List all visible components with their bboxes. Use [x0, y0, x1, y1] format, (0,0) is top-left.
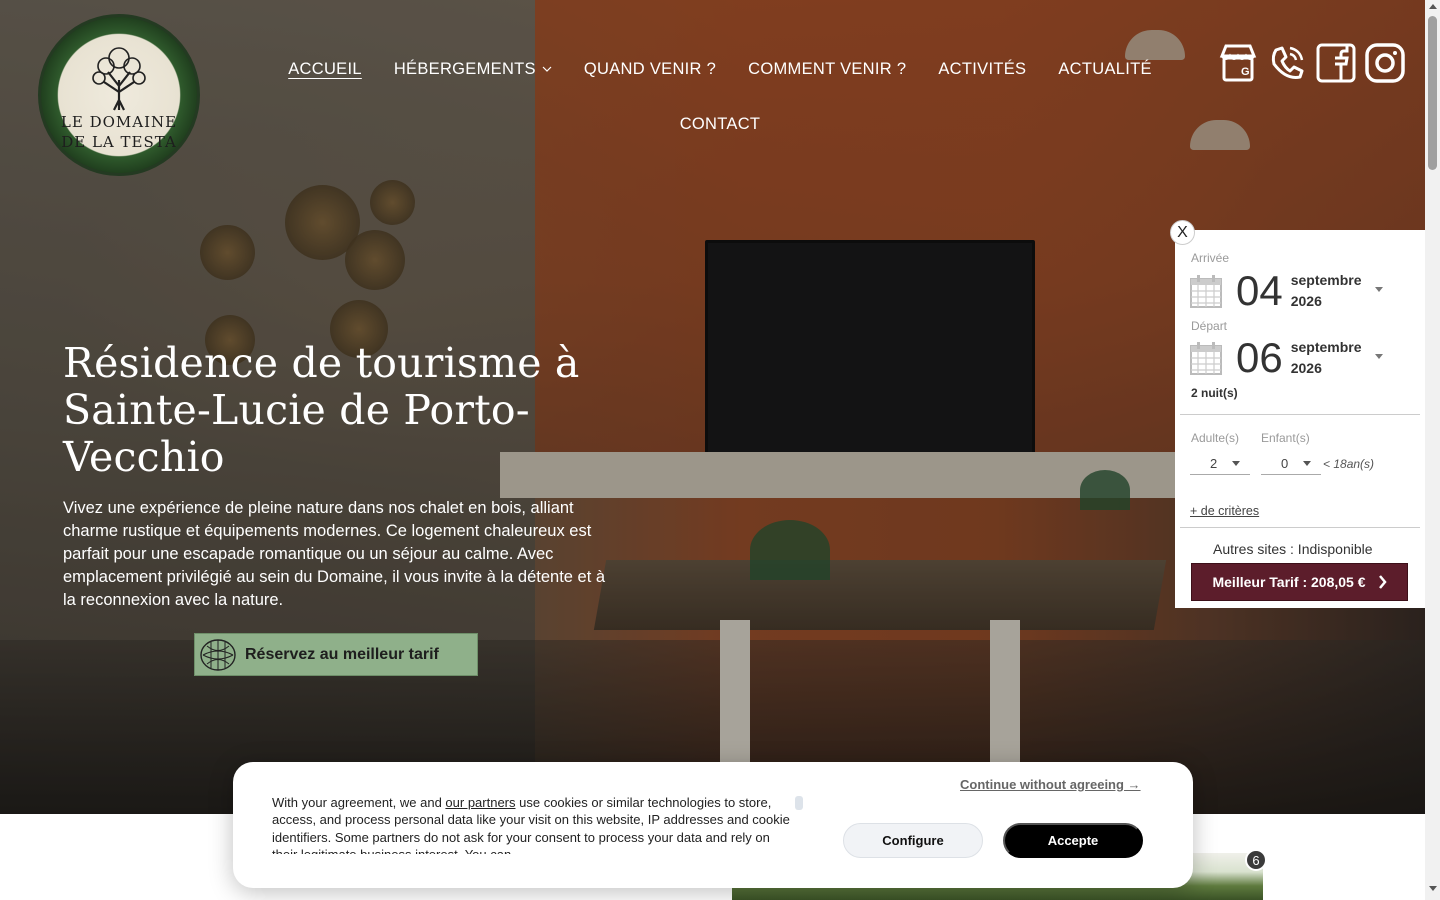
- logo-text-line1: Le Domaine: [60, 113, 178, 131]
- booking-close-button[interactable]: X: [1170, 220, 1195, 245]
- departure-date-picker[interactable]: 06 septembre 2026: [1190, 337, 1400, 379]
- departure-day: 06: [1236, 334, 1283, 381]
- children-value: 0: [1281, 456, 1289, 471]
- chevron-down-icon: [1232, 461, 1240, 466]
- phone-icon[interactable]: [1266, 42, 1308, 84]
- configure-button[interactable]: Configure: [843, 823, 983, 858]
- arrival-date-picker[interactable]: 04 septembre 2026: [1190, 270, 1400, 312]
- cookie-text-scrollbar[interactable]: [795, 796, 803, 810]
- social-links: G: [1217, 42, 1406, 84]
- cookie-text-before: With your agreement, we and: [272, 795, 446, 810]
- nav-item-quand-venir[interactable]: QUAND VENIR ?: [584, 60, 716, 79]
- arrival-label: Arrivée: [1191, 251, 1230, 265]
- arrival-caret-icon: [1375, 287, 1383, 292]
- page: Le Domaine de la Testa ACCUEIL HÉBERGEME…: [0, 0, 1440, 900]
- divider: [1180, 414, 1420, 415]
- site-logo[interactable]: Le Domaine de la Testa: [38, 14, 200, 176]
- facebook-icon[interactable]: [1315, 42, 1357, 84]
- logo-text-line2: de la Testa: [61, 133, 177, 151]
- main-navigation: ACCUEIL HÉBERGEMENTS QUAND VENIR ? COMME…: [260, 50, 1180, 143]
- arrival-day: 04: [1236, 267, 1283, 314]
- nav-item-comment-venir[interactable]: COMMENT VENIR ?: [748, 60, 906, 79]
- divider: [1180, 527, 1420, 528]
- cookie-consent-banner: With your agreement, we and our partners…: [233, 762, 1193, 888]
- chevron-right-icon: [1378, 575, 1387, 589]
- departure-label: Départ: [1191, 319, 1228, 333]
- chevron-down-icon: [1303, 461, 1311, 466]
- pine-cone-icon: [200, 638, 236, 671]
- adults-label: Adulte(s): [1191, 431, 1240, 445]
- arrival-month: septembre: [1290, 272, 1362, 288]
- calendar-icon: [1190, 275, 1222, 308]
- nav-item-accueil[interactable]: ACCUEIL: [288, 60, 362, 79]
- chevron-down-icon: [542, 66, 552, 72]
- our-partners-link[interactable]: our partners: [445, 795, 515, 810]
- book-best-rate-button[interactable]: Réservez au meilleur tarif: [194, 633, 478, 676]
- nav-item-contact[interactable]: CONTACT: [680, 115, 761, 134]
- children-label: Enfant(s): [1261, 431, 1310, 445]
- departure-month: septembre: [1290, 339, 1362, 355]
- hero-title: Résidence de tourisme à Sainte-Lucie de …: [63, 339, 580, 481]
- best-rate-button[interactable]: Meilleur Tarif : 208,05 €: [1191, 563, 1408, 601]
- scroll-down-arrow-icon[interactable]: [1429, 886, 1437, 891]
- instagram-icon[interactable]: [1364, 42, 1406, 84]
- nav-item-actualite[interactable]: ACTUALITÉ: [1058, 60, 1151, 79]
- gallery-count-badge: 6: [1245, 849, 1267, 871]
- more-criteria-link[interactable]: + de critères: [1190, 504, 1259, 518]
- other-sites-status: Autres sites : Indisponible: [1213, 541, 1373, 557]
- nav-item-activites[interactable]: ACTIVITÉS: [938, 60, 1026, 79]
- continue-without-agreeing-link[interactable]: Continue without agreeing →: [960, 777, 1141, 792]
- page-scrollbar[interactable]: [1425, 0, 1440, 900]
- scrollbar-thumb[interactable]: [1428, 16, 1437, 170]
- accept-button[interactable]: Accepte: [1003, 823, 1143, 858]
- departure-caret-icon: [1375, 354, 1383, 359]
- children-select[interactable]: 0: [1261, 453, 1321, 475]
- book-best-rate-label: Réservez au meilleur tarif: [245, 645, 439, 663]
- nights-count: 2 nuit(s): [1191, 386, 1238, 400]
- svg-text:G: G: [1241, 66, 1250, 78]
- departure-year: 2026: [1290, 360, 1322, 376]
- google-business-icon[interactable]: G: [1217, 42, 1259, 84]
- best-rate-label: Meilleur Tarif : 208,05 €: [1212, 574, 1366, 590]
- cookie-consent-text: With your agreement, we and our partners…: [272, 794, 792, 854]
- arrival-year: 2026: [1290, 293, 1322, 309]
- adults-select[interactable]: 2: [1190, 453, 1250, 475]
- nav-item-hebergements[interactable]: HÉBERGEMENTS: [394, 60, 552, 79]
- hero-description: Vivez une expérience de pleine nature da…: [63, 499, 606, 609]
- calendar-icon: [1190, 342, 1222, 375]
- nav-item-hebergements-label: HÉBERGEMENTS: [393, 59, 536, 78]
- booking-widget: Arrivée 04 septembre 2026 Départ 06 sept…: [1175, 230, 1426, 608]
- scroll-up-arrow-icon[interactable]: [1429, 4, 1437, 9]
- adults-value: 2: [1210, 456, 1218, 471]
- tree-logo-icon: [92, 47, 146, 111]
- children-age-note: < 18an(s): [1323, 457, 1375, 471]
